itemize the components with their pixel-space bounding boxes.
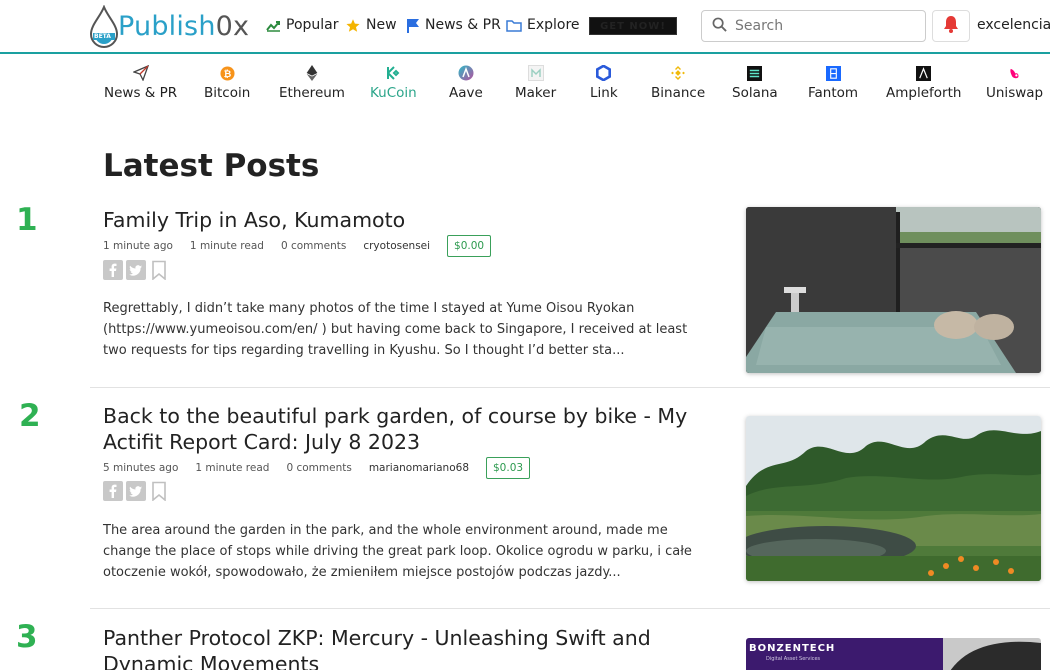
post-divider — [90, 608, 1050, 609]
trending-icon — [266, 19, 281, 32]
nav-explore[interactable]: Explore — [506, 14, 580, 36]
category-label: Maker — [515, 85, 557, 101]
post-read-time: 1 minute read — [189, 240, 264, 252]
category-fantom[interactable]: Fantom — [808, 64, 858, 101]
post-thumbnail[interactable]: BONZENTECH Digital Asset Services — [746, 638, 1041, 670]
search-icon — [712, 17, 727, 36]
category-aave[interactable]: Aave — [449, 64, 483, 101]
category-label: Binance — [651, 85, 706, 101]
category-kucoin[interactable]: KuCoin — [370, 64, 417, 101]
post-meta: 1 minute ago 1 minute read 0 comments cr… — [103, 235, 508, 257]
nav-explore-label: Explore — [527, 17, 580, 33]
twitter-icon[interactable] — [126, 481, 146, 501]
post-divider — [90, 387, 1050, 388]
category-maker[interactable]: Maker — [515, 64, 556, 101]
category-solana[interactable]: Solana — [732, 64, 778, 101]
beta-badge: BETA — [94, 33, 111, 40]
nav-new[interactable]: New — [345, 14, 397, 36]
nav-news-pr[interactable]: News & PR — [406, 14, 501, 36]
thumbnail-sub-text: Digital Asset Services — [766, 656, 821, 662]
category-uniswap[interactable]: Uniswap — [986, 64, 1043, 101]
post-title[interactable]: Family Trip in Aso, Kumamoto — [103, 207, 718, 233]
bitcoin-icon: ₿ — [218, 64, 236, 82]
uniswap-icon — [1006, 64, 1024, 82]
post-rank-number: 1 — [16, 202, 38, 238]
bell-icon — [943, 15, 959, 37]
post-thumbnail[interactable] — [746, 207, 1041, 373]
category-label: Link — [590, 85, 618, 101]
post-comments[interactable]: 0 comments — [286, 462, 351, 474]
post-thumbnail[interactable] — [746, 416, 1041, 581]
paper-plane-icon — [132, 64, 150, 82]
share-buttons — [103, 481, 169, 502]
post-meta: 5 minutes ago 1 minute read 0 comments m… — [103, 457, 547, 479]
folder-icon — [506, 19, 522, 32]
bookmark-icon[interactable] — [149, 481, 169, 502]
search-input[interactable] — [735, 18, 905, 34]
category-bitcoin[interactable]: ₿ Bitcoin — [204, 64, 250, 101]
maker-icon — [527, 64, 545, 82]
username[interactable]: excelencia — [977, 17, 1050, 33]
post-rank-number: 2 — [19, 398, 41, 434]
post-rank-number: 3 — [16, 619, 38, 655]
category-binance[interactable]: Binance — [651, 64, 705, 101]
category-label: Ethereum — [279, 85, 345, 101]
post-thumbnail-image — [746, 207, 1041, 373]
post-read-time: 1 minute read — [195, 462, 270, 474]
post-thumbnail-image — [746, 416, 1041, 581]
category-label: Uniswap — [986, 85, 1044, 101]
category-news-pr[interactable]: News & PR — [104, 64, 177, 101]
logo-text: Publish0x — [118, 10, 250, 42]
chainlink-icon — [595, 64, 613, 82]
category-label: Aave — [449, 85, 483, 101]
post-comments[interactable]: 0 comments — [281, 240, 346, 252]
nav-new-label: New — [366, 17, 397, 33]
solana-icon — [746, 64, 764, 82]
nav-popular-label: Popular — [286, 17, 339, 33]
search-box[interactable] — [701, 10, 926, 42]
logo-drop-icon: BETA — [88, 4, 119, 48]
category-ampleforth[interactable]: Ampleforth — [886, 64, 961, 101]
post-author[interactable]: cryotosensei — [363, 240, 430, 252]
post-time: 5 minutes ago — [103, 462, 179, 474]
nav-news-pr-label: News & PR — [425, 17, 501, 33]
post-author[interactable]: marianomariano68 — [369, 462, 469, 474]
facebook-icon[interactable] — [103, 481, 123, 501]
site-logo[interactable]: BETA Publish0x — [88, 4, 249, 48]
flag-icon — [406, 18, 420, 33]
star-icon — [345, 18, 361, 33]
kucoin-icon — [384, 64, 402, 82]
binance-icon — [669, 64, 687, 82]
ethereum-icon — [303, 64, 321, 82]
share-buttons — [103, 260, 169, 281]
twitter-icon[interactable] — [126, 260, 146, 280]
post-earnings-badge[interactable]: $0.03 — [486, 457, 531, 479]
category-ethereum[interactable]: Ethereum — [279, 64, 345, 101]
ampleforth-icon — [915, 64, 933, 82]
get-now-button[interactable]: GET NOW! — [589, 17, 677, 35]
facebook-icon[interactable] — [103, 260, 123, 280]
category-link[interactable]: Link — [590, 64, 618, 101]
fantom-icon — [824, 64, 842, 82]
post-earnings-badge[interactable]: $0.00 — [447, 235, 492, 257]
category-label: Ampleforth — [886, 85, 962, 101]
post-excerpt: Regrettably, I didn’t take many photos o… — [103, 301, 688, 358]
post-title[interactable]: Back to the beautiful park garden, of co… — [103, 403, 718, 455]
category-label: Bitcoin — [204, 85, 251, 101]
svg-text:₿: ₿ — [223, 68, 231, 79]
post-excerpt: The area around the garden in the park, … — [103, 523, 692, 580]
category-label: KuCoin — [370, 85, 417, 101]
aave-icon — [457, 64, 475, 82]
nav-popular[interactable]: Popular — [266, 14, 339, 36]
bookmark-icon[interactable] — [149, 260, 169, 281]
category-label: Fantom — [808, 85, 859, 101]
top-header: BETA Publish0x Popular New News & PR Exp… — [0, 0, 1050, 54]
category-label: Solana — [732, 85, 778, 101]
category-label: News & PR — [104, 85, 178, 101]
post-time: 1 minute ago — [103, 240, 173, 252]
page-title: Latest Posts — [103, 148, 320, 184]
notifications-button[interactable] — [932, 10, 970, 42]
post-title[interactable]: Panther Protocol ZKP: Mercury - Unleashi… — [103, 625, 718, 670]
thumbnail-brand-text: BONZENTECH — [749, 643, 836, 654]
